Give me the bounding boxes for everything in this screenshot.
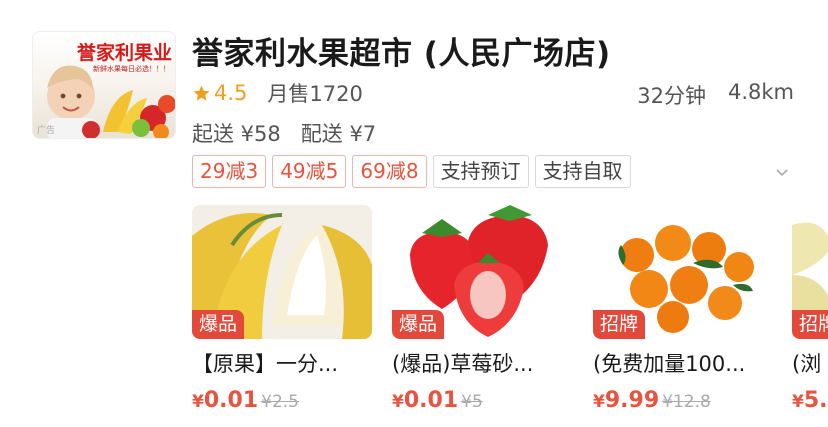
discount-tag: 69减8: [352, 155, 427, 188]
logo-title: 誉家利果业: [77, 42, 173, 64]
price-value: 9.99: [604, 388, 660, 413]
distance: 4.8km: [727, 80, 794, 104]
product-image-orange[interactable]: 招牌: [593, 205, 773, 339]
product-badge: 爆品: [392, 310, 445, 339]
service-tag: 支持自取: [534, 155, 631, 188]
price-row: ¥9.99 ¥12.8: [593, 388, 773, 413]
price-row: ¥5.: [792, 388, 828, 413]
monthly-sales: 月售1720: [267, 82, 363, 106]
price-row: ¥0.01 ¥5: [392, 388, 572, 413]
price-currency: ¥: [593, 392, 605, 412]
price-value: 0.01: [403, 388, 459, 413]
price: ¥9.99: [593, 388, 659, 413]
original-price: ¥12.8: [662, 392, 711, 412]
product-badge: 招牌: [593, 310, 646, 339]
original-price: ¥5: [461, 392, 483, 412]
product-card[interactable]: 招牌 (免费加量100... ¥9.99 ¥12.8: [593, 205, 773, 413]
price: ¥5.: [792, 388, 828, 413]
promo-tags: 29减3 49减5 69减8 支持预订 支持自取: [192, 155, 631, 188]
price-currency: ¥: [792, 392, 804, 412]
price-value: 5.: [803, 388, 828, 413]
product-image-pear[interactable]: 招牌: [792, 205, 828, 339]
product-image-strawberry[interactable]: 爆品: [392, 205, 572, 339]
service-tag: 支持预订: [432, 155, 529, 188]
logo-subtitle: 新鲜水果每日必选！！！: [93, 65, 170, 73]
ad-label: 广告: [37, 126, 56, 136]
price-currency: ¥: [392, 392, 404, 412]
price: ¥0.01: [392, 388, 458, 413]
star-icon: [193, 85, 210, 101]
product-card[interactable]: 爆品 【原果】一分... ¥0.01 ¥2.5: [192, 205, 372, 413]
product-name: (爆品)草莓砂...: [392, 352, 534, 376]
product-card[interactable]: 爆品 (爆品)草莓砂... ¥0.01 ¥5: [392, 205, 572, 413]
price-row: ¥0.01 ¥2.5: [192, 388, 372, 413]
delivery-fee: 配送 ¥7: [300, 122, 377, 146]
fee-row: 起送 ¥58 配送 ¥7: [192, 118, 376, 148]
store-logo[interactable]: 誉家利果业 新鲜水果每日必选！！！ 广告: [32, 31, 176, 139]
product-image-banana[interactable]: 爆品: [192, 205, 372, 339]
original-price: ¥2.5: [261, 392, 299, 412]
price: ¥0.01: [192, 388, 258, 413]
min-order: 起送 ¥58: [192, 122, 281, 146]
delivery-time: 32分钟: [637, 84, 706, 108]
rating-row: 4.5 月售1720: [192, 80, 363, 106]
chevron-down-icon[interactable]: [774, 164, 790, 180]
product-name: (免费加量100...: [593, 352, 746, 376]
product-name: 【原果】一分...: [192, 352, 339, 376]
price-value: 0.01: [203, 388, 259, 413]
discount-tag: 29减3: [192, 155, 267, 188]
discount-tag: 49减5: [272, 155, 347, 188]
store-name[interactable]: 誉家利水果超市 (人民广场店): [192, 28, 611, 73]
product-badge: 招牌: [792, 310, 828, 339]
rating-value: 4.5: [214, 81, 248, 105]
product-name: (浏: [792, 352, 822, 376]
price-currency: ¥: [192, 392, 204, 412]
delivery-meta: 32分钟 4.8km: [637, 80, 794, 110]
product-badge: 爆品: [192, 310, 245, 339]
product-card[interactable]: 招牌 (浏 ¥5.: [792, 205, 828, 413]
